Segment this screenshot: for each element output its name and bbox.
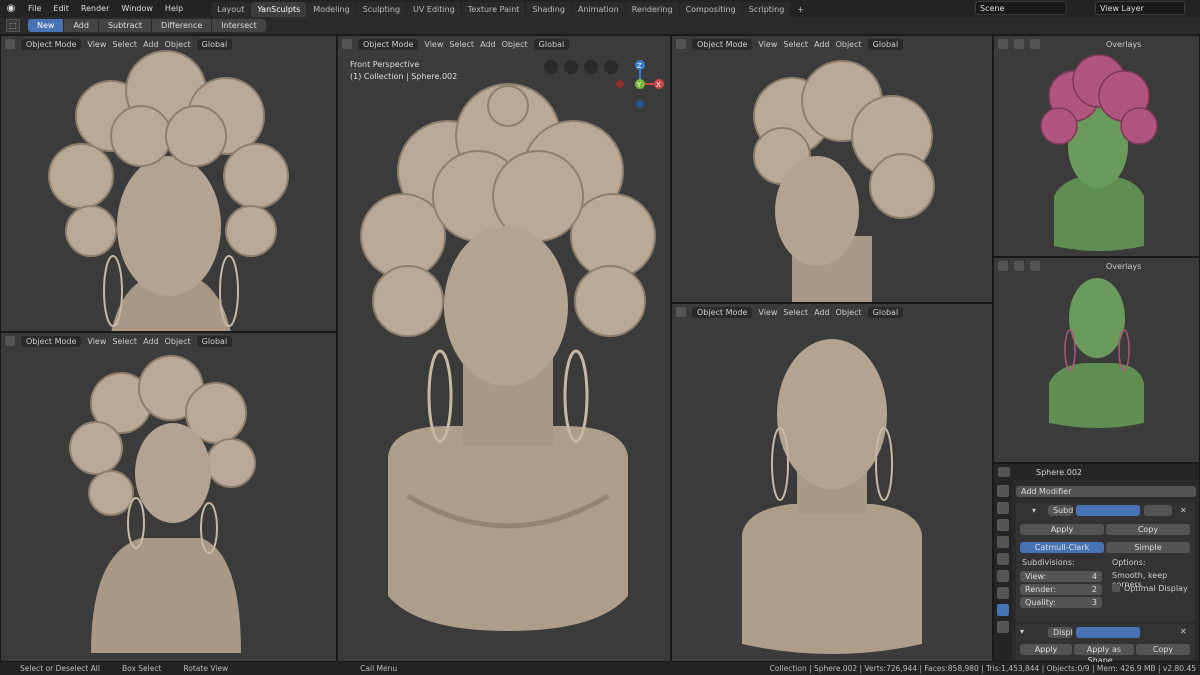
view-layer-selector[interactable]: View Layer: [1095, 1, 1185, 15]
status-select-hint: Select or Deselect All: [20, 664, 100, 673]
tab-rendering[interactable]: Rendering: [625, 2, 679, 17]
select-box-tool-icon[interactable]: ⬚: [6, 19, 20, 32]
properties-panel: Sphere.002 Add Modifier ▾ Subd ✕ Apply C…: [993, 463, 1200, 665]
catmull-clark-button[interactable]: Catmull-Clark: [1020, 542, 1104, 553]
add-modifier-dropdown[interactable]: Add Modifier: [1016, 486, 1196, 497]
tab-scripting[interactable]: Scripting: [742, 2, 791, 17]
menu-file[interactable]: File: [22, 4, 47, 13]
optimal-display-label: Optimal Display: [1124, 584, 1188, 593]
object-name: Sphere.002: [1036, 467, 1082, 477]
sculpt-bust-front: [48, 50, 289, 331]
blender-logo-icon[interactable]: ◉: [0, 3, 22, 14]
viewport-bottom-left[interactable]: Object Mode View Select Add Object Globa…: [0, 332, 337, 662]
mode-subtract-button[interactable]: Subtract: [98, 19, 152, 32]
tab-layout[interactable]: Layout: [211, 2, 251, 17]
sculpt-bust-main: [360, 83, 656, 631]
collapse-arrow-icon[interactable]: ▾: [1032, 506, 1036, 515]
world-tab-icon[interactable]: [997, 570, 1009, 582]
output-tab-icon[interactable]: [997, 519, 1009, 531]
tab-sculpting[interactable]: Sculpting: [356, 2, 407, 17]
modifier-display-toggles[interactable]: [1076, 627, 1140, 638]
tab-texture-paint[interactable]: Texture Paint: [461, 2, 526, 17]
simple-button[interactable]: Simple: [1106, 542, 1190, 553]
viewport-main[interactable]: Object Mode View Select Add Object Globa…: [337, 35, 671, 662]
modifier-name-field[interactable]: Subd: [1048, 505, 1073, 516]
quality-field[interactable]: Quality: 3: [1020, 597, 1102, 608]
status-rotate-hint: Rotate View: [183, 664, 229, 673]
scene-selector[interactable]: Scene: [975, 1, 1067, 15]
object-tab-icon[interactable]: [997, 587, 1009, 599]
viewport-top-left[interactable]: Object Mode View Select Add Object Globa…: [0, 35, 337, 332]
view-levels-field[interactable]: View: 4: [1020, 571, 1102, 582]
render-tab-icon[interactable]: [997, 502, 1009, 514]
move-buttons[interactable]: [1144, 505, 1172, 516]
viewport-preview-color[interactable]: Overlays: [993, 35, 1200, 257]
subdivision-modifier-box: ▾ Subd ✕ Apply Copy Catmull-Clark Simple…: [1016, 502, 1195, 622]
scene-tab-icon[interactable]: [997, 553, 1009, 565]
tab-uv-editing[interactable]: UV Editing: [407, 2, 461, 17]
mode-new-button[interactable]: New: [28, 19, 64, 32]
tab-yansculpts[interactable]: YanSculpts: [251, 2, 307, 17]
painted-bust-bald: [1049, 278, 1144, 428]
collapse-arrow-icon[interactable]: ▾: [1020, 627, 1024, 636]
quality-value: 3: [1091, 598, 1097, 607]
modifier-display-toggles[interactable]: [1076, 505, 1140, 516]
properties-editor-icon[interactable]: [998, 467, 1010, 477]
modifier-tab-icon[interactable]: [997, 604, 1009, 616]
options-label: Options:: [1112, 558, 1146, 567]
properties-tabs: [994, 480, 1012, 661]
main-menu: File Edit Render Window Help: [22, 4, 189, 13]
menu-render[interactable]: Render: [75, 4, 115, 13]
viewport-preview-bald[interactable]: Overlays: [993, 257, 1200, 463]
viewport-bottom-right[interactable]: Object Mode View Select Add Object Globa…: [671, 303, 993, 662]
apply-button[interactable]: Apply: [1020, 644, 1072, 655]
view-levels-label: View:: [1025, 572, 1047, 581]
tool-header: ⬚ New Add Subtract Difference Intersect: [0, 17, 1200, 34]
status-bar: Select or Deselect All Box Select Rotate…: [0, 662, 1200, 675]
modifier-name-field[interactable]: Displ: [1048, 627, 1073, 638]
quality-label: Quality:: [1025, 598, 1056, 607]
tab-shading[interactable]: Shading: [526, 2, 571, 17]
displace-modifier-box: ▾ Displ ✕ Apply Apply as Shape... Copy: [1016, 624, 1195, 665]
render-levels-value: 2: [1091, 585, 1097, 594]
tab-modeling[interactable]: Modeling: [307, 2, 356, 17]
menu-window[interactable]: Window: [115, 4, 159, 13]
copy-button[interactable]: Copy: [1106, 524, 1190, 535]
apply-button[interactable]: Apply: [1020, 524, 1104, 535]
painted-bust: [1040, 54, 1158, 251]
top-bar: ◉ File Edit Render Window Help Layout YanScu…: [0, 0, 1200, 17]
sculpt-bust-bald: [742, 339, 922, 654]
selection-mode-group: New Add Subtract Difference Intersect: [28, 19, 267, 32]
status-call-hint: Call Menu: [360, 664, 398, 673]
viewport-top-right[interactable]: Object Mode View Select Add Object Globa…: [671, 35, 993, 303]
scene-name: Scene: [980, 4, 1005, 13]
status-box-hint: Box Select: [121, 664, 162, 673]
add-workspace-button[interactable]: +: [791, 2, 810, 17]
render-levels-label: Render:: [1025, 585, 1057, 594]
sculpt-bust-three-quarter: [69, 355, 256, 653]
view-layer-name: View Layer: [1100, 4, 1144, 13]
remove-modifier-icon[interactable]: ✕: [1180, 506, 1187, 515]
optimal-display-checkbox[interactable]: [1112, 584, 1120, 592]
mode-intersect-button[interactable]: Intersect: [212, 19, 266, 32]
view-layer-tab-icon[interactable]: [997, 536, 1009, 548]
particles-tab-icon[interactable]: [997, 621, 1009, 633]
remove-modifier-icon[interactable]: ✕: [1180, 627, 1187, 636]
status-stats: Collection | Sphere.002 | Verts:726,944 …: [769, 664, 1196, 673]
sculpt-bust-side: [753, 60, 935, 302]
tab-compositing[interactable]: Compositing: [679, 2, 742, 17]
menu-edit[interactable]: Edit: [47, 4, 75, 13]
subdivisions-label: Subdivisions:: [1022, 558, 1075, 567]
mode-add-button[interactable]: Add: [64, 19, 98, 32]
copy-button[interactable]: Copy: [1136, 644, 1190, 655]
tool-tab-icon[interactable]: [997, 485, 1009, 497]
render-levels-field[interactable]: Render: 2: [1020, 584, 1102, 595]
properties-header: Sphere.002: [994, 464, 1199, 480]
workspace-tabs: Layout YanSculpts Modeling Sculpting UV …: [211, 0, 811, 17]
mode-difference-button[interactable]: Difference: [152, 19, 212, 32]
view-levels-value: 4: [1091, 572, 1097, 581]
tab-animation[interactable]: Animation: [571, 2, 625, 17]
apply-as-shape-button[interactable]: Apply as Shape...: [1074, 644, 1134, 665]
menu-help[interactable]: Help: [159, 4, 189, 13]
